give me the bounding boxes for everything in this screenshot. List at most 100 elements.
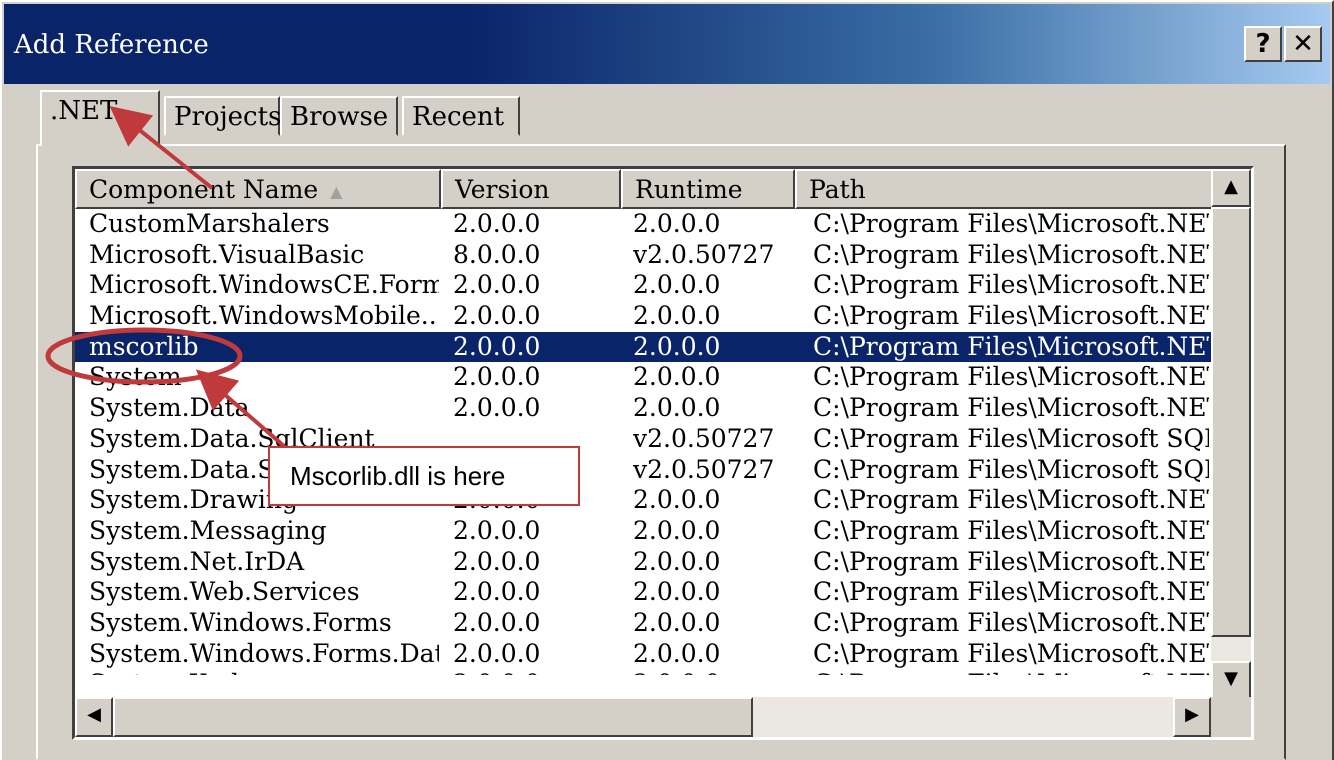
cell-path: C:\Program Files\Microsoft.NET\S xyxy=(813,669,1209,675)
cell-runtime: 2.0.0.0 xyxy=(633,270,721,300)
cell-version: 2.0.0.0 xyxy=(453,301,541,331)
cell-version: 8.0.0.0 xyxy=(453,239,541,269)
cell-runtime: 2.0.0.0 xyxy=(633,209,721,238)
table-row[interactable]: System.Windows.Forms.Dat... 2.0.0.0 2.0.0.… xyxy=(75,639,1211,670)
cell-version: 2.0.0.0 xyxy=(453,209,541,238)
cell-path: C:\Program Files\Microsoft.NET\S xyxy=(813,515,1209,545)
cell-name: System xyxy=(89,362,182,392)
column-label: Path xyxy=(809,175,866,204)
table-row[interactable]: Microsoft.WindowsCE.Forms 2.0.0.0 2.0.0.0 C… xyxy=(75,270,1211,301)
cell-runtime: 2.0.0.0 xyxy=(633,331,721,361)
cell-name: System.Data xyxy=(89,393,250,423)
column-label: Runtime xyxy=(635,175,743,204)
cell-version: 2.0.0.0 xyxy=(453,515,541,545)
table-row[interactable]: CustomMarshalers 2.0.0.0 2.0.0.0 C:\Program… xyxy=(75,209,1211,240)
cell-path: C:\Program Files\Microsoft.NET\S xyxy=(813,209,1209,238)
cell-runtime: v2.0.50727 xyxy=(633,239,775,269)
cell-runtime: 2.0.0.0 xyxy=(633,607,721,637)
scrollbar-corner xyxy=(1211,697,1251,737)
dialog-title: Add Reference xyxy=(14,30,209,60)
tab-browse[interactable]: Browse xyxy=(280,96,398,136)
cell-name: System.Windows.Forms xyxy=(89,607,392,637)
cell-path: C:\Program Files\Microsoft.NET\S xyxy=(813,270,1209,300)
column-label: Component Name xyxy=(89,175,319,204)
cell-version: 2.0.0.0 xyxy=(453,669,619,675)
cell-path: C:\Program Files\Microsoft.NET\S xyxy=(813,239,1209,269)
component-list[interactable]: Component Name ▲ Version Runtime Path Cus… xyxy=(72,166,1254,740)
list-rows: CustomMarshalers 2.0.0.0 2.0.0.0 C:\Program… xyxy=(75,209,1211,675)
table-row[interactable]: Microsoft.VisualBasic 8.0.0.0 v2.0.50727 C:… xyxy=(75,240,1211,271)
cell-runtime: 2.0.0.0 xyxy=(633,485,721,515)
table-row[interactable]: System.Xml 2.0.0.0 2.0.0.0 C:\Program Files… xyxy=(75,669,1211,675)
column-label: Version xyxy=(455,175,550,204)
cell-runtime: 2.0.0.0 xyxy=(633,638,721,668)
column-header-path[interactable]: Path xyxy=(795,169,1213,209)
cell-version: 2.0.0.0 xyxy=(453,607,541,637)
cell-version: 2.0.0.0 xyxy=(453,577,541,607)
cell-version: 2.0.0.0 xyxy=(453,638,541,668)
cell-path: C:\Program Files\Microsoft SQL S xyxy=(813,454,1209,484)
tab-recent[interactable]: Recent xyxy=(402,96,520,136)
horizontal-scrollbar[interactable]: ◀ ▶ xyxy=(75,697,1211,737)
cell-name: Microsoft.WindowsCE.Forms xyxy=(89,270,439,300)
cell-name: System.Xml xyxy=(89,669,439,675)
cell-name: System.Web.Services xyxy=(89,577,360,607)
cell-path: C:\Program Files\Microsoft SQL S xyxy=(813,423,1209,453)
cell-name: Microsoft.VisualBasic xyxy=(89,239,365,269)
cell-path: C:\Program Files\Microsoft.NET\S xyxy=(813,362,1209,392)
cell-version: 2.0.0.0 xyxy=(453,270,541,300)
table-row[interactable]: System.Data.Sq v2.0.50727 C:\Program Files… xyxy=(75,455,1211,486)
table-row[interactable]: System.Windows.Forms 2.0.0.0 2.0.0.0 C:\Pro… xyxy=(75,608,1211,639)
vertical-scrollbar[interactable]: ▲ ▼ xyxy=(1211,169,1251,699)
cell-name: CustomMarshalers xyxy=(89,209,330,238)
column-header-version[interactable]: Version xyxy=(441,169,621,209)
scroll-left-icon[interactable]: ◀ xyxy=(75,697,113,737)
cell-runtime: v2.0.50727 xyxy=(633,423,775,453)
cell-runtime: 2.0.0.0 xyxy=(633,393,721,423)
cell-version: 2.0.0.0 xyxy=(453,546,541,576)
horizontal-scroll-thumb[interactable] xyxy=(113,697,753,737)
cell-path: C:\Program Files\Microsoft.NET\S xyxy=(813,607,1209,637)
list-header: Component Name ▲ Version Runtime Path xyxy=(75,169,1213,209)
table-row[interactable]: Microsoft.WindowsMobile.... 2.0.0.0 2.0.0.… xyxy=(75,301,1211,332)
help-button[interactable]: ? xyxy=(1244,26,1282,62)
cell-runtime: 2.0.0.0 xyxy=(633,515,721,545)
cell-name: System.Messaging xyxy=(89,515,327,545)
scroll-right-icon[interactable]: ▶ xyxy=(1173,697,1211,737)
cell-name: System.Windows.Forms.Dat... xyxy=(89,638,439,668)
cell-path: C:\Program Files\Microsoft.NET\S xyxy=(813,393,1209,423)
scroll-up-icon[interactable]: ▲ xyxy=(1211,169,1251,207)
cell-name: mscorlib xyxy=(89,331,199,361)
tab-projects[interactable]: Projects xyxy=(164,96,281,136)
table-row[interactable]: System.Messaging 2.0.0.0 2.0.0.0 C:\Program… xyxy=(75,516,1211,547)
table-row[interactable]: System.Net.IrDA 2.0.0.0 2.0.0.0 C:\Program … xyxy=(75,547,1211,578)
cell-version: 2.0.0.0 xyxy=(453,331,541,361)
cell-version: 2.0.0.0 xyxy=(453,393,541,423)
column-header-runtime[interactable]: Runtime xyxy=(621,169,795,209)
cell-name: System.Net.IrDA xyxy=(89,546,305,576)
table-row[interactable]: mscorlib 2.0.0.0 2.0.0.0 C:\Program Files\M… xyxy=(75,331,1211,363)
cell-path: C:\Program Files\Microsoft.NET\S xyxy=(813,638,1209,668)
cell-version: 2.0.0.0 xyxy=(453,362,541,392)
table-row[interactable]: System.Data 2.0.0.0 2.0.0.0 C:\Program File… xyxy=(75,393,1211,424)
cell-path: C:\Program Files\Microsoft.NET\S xyxy=(813,485,1209,515)
sort-ascending-icon: ▲ xyxy=(330,182,343,201)
cell-path: C:\Program Files\Microsoft.NET\S xyxy=(813,331,1209,361)
table-row[interactable]: System.Data.SqlClient v2.0.50727 C:\Progra… xyxy=(75,424,1211,455)
tab-dotnet[interactable]: .NET xyxy=(40,90,160,146)
cell-runtime: 2.0.0.0 xyxy=(633,577,721,607)
cell-name: Microsoft.WindowsMobile.... xyxy=(89,301,439,331)
table-row[interactable]: System.Web.Services 2.0.0.0 2.0.0.0 C:\Prog… xyxy=(75,577,1211,608)
cell-runtime: 2.0.0.0 xyxy=(633,301,721,331)
table-row[interactable]: System 2.0.0.0 2.0.0.0 C:\Program Files\Mic… xyxy=(75,362,1211,393)
vertical-scroll-thumb[interactable] xyxy=(1211,207,1251,637)
scroll-down-icon[interactable]: ▼ xyxy=(1211,661,1251,699)
table-row[interactable]: System.Drawing2.0.0.02.0.0.0C:\Program F… xyxy=(75,485,1211,516)
cell-runtime: v2.0.50727 xyxy=(633,454,775,484)
title-bar[interactable]: Add Reference ? ✕ xyxy=(4,4,1330,84)
cell-path: C:\Program Files\Microsoft.NET\S xyxy=(813,577,1209,607)
cell-path: C:\Program Files\Microsoft.NET\S xyxy=(813,546,1209,576)
cell-path: C:\Program Files\Microsoft.NET\S xyxy=(813,301,1209,331)
close-button[interactable]: ✕ xyxy=(1284,26,1322,62)
column-header-component-name[interactable]: Component Name ▲ xyxy=(75,169,441,209)
